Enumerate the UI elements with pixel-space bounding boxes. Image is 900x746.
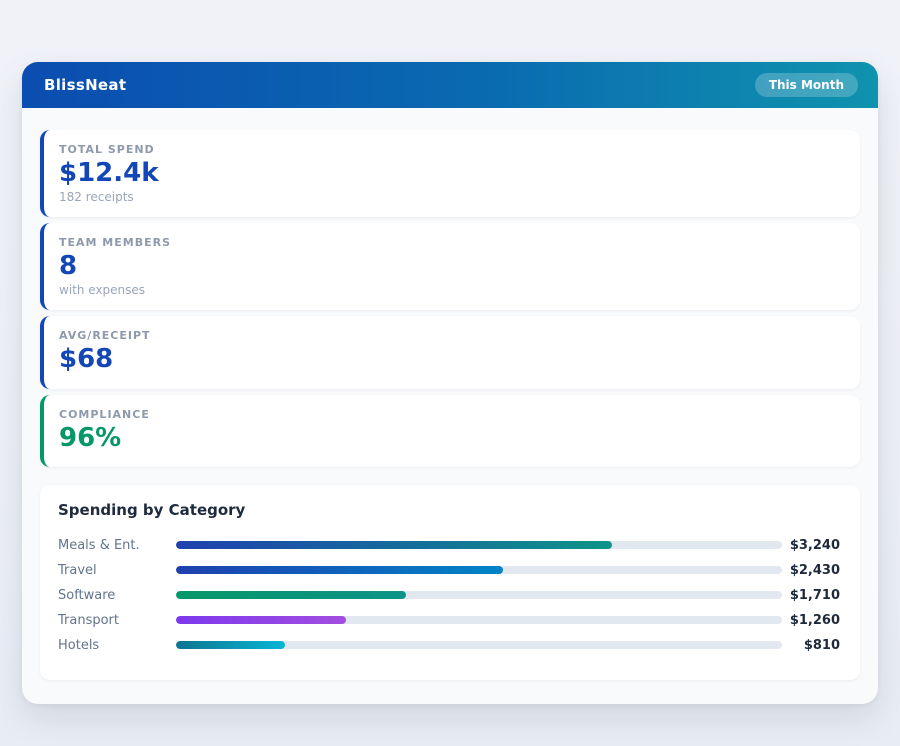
stats-section: TOTAL SPEND $12.4k 182 receipts TEAM MEM… [40,130,860,467]
stat-subtext: with expenses [59,283,842,297]
category-row-software: Software $1,710 [58,583,840,608]
category-row-transport: Transport $1,260 [58,608,840,633]
stat-label: TEAM MEMBERS [59,236,842,249]
category-bar-fill [176,641,285,649]
category-value: $2,430 [782,563,840,578]
category-row-meals: Meals & Ent. $3,240 [58,533,840,558]
category-bar-fill [176,616,346,624]
category-bar-track [176,566,782,574]
app-header: BlissNeat This Month [22,62,878,108]
category-row-travel: Travel $2,430 [58,558,840,583]
stat-value: 8 [59,251,842,282]
stat-card-avg-receipt: AVG/RECEIPT $68 [40,316,860,388]
spending-card-title: Spending by Category [58,501,840,519]
category-bar-track [176,641,782,649]
category-label: Travel [58,563,176,578]
stat-card-total-spend: TOTAL SPEND $12.4k 182 receipts [40,130,860,217]
stat-card-team-members: TEAM MEMBERS 8 with expenses [40,223,860,310]
category-row-hotels: Hotels $810 [58,633,840,658]
period-badge[interactable]: This Month [755,73,858,97]
category-label: Hotels [58,638,176,653]
category-value: $3,240 [782,538,840,553]
category-value: $1,710 [782,588,840,603]
stat-label: TOTAL SPEND [59,143,842,156]
stat-value: $68 [59,344,842,375]
category-bar-fill [176,541,612,549]
dashboard-content: TOTAL SPEND $12.4k 182 receipts TEAM MEM… [22,108,878,704]
stat-label: AVG/RECEIPT [59,329,842,342]
spending-by-category-card: Spending by Category Meals & Ent. $3,240… [40,485,860,680]
stat-subtext: 182 receipts [59,190,842,204]
category-bar-track [176,541,782,549]
category-label: Transport [58,613,176,628]
category-bar-track [176,591,782,599]
category-value: $1,260 [782,613,840,628]
app-card: BlissNeat This Month TOTAL SPEND $12.4k … [22,62,878,704]
stat-label: COMPLIANCE [59,408,842,421]
category-bar-fill [176,591,406,599]
category-bar-fill [176,566,503,574]
stat-value: $12.4k [59,158,842,189]
app-title: BlissNeat [44,76,126,94]
category-label: Software [58,588,176,603]
stat-card-compliance: COMPLIANCE 96% [40,395,860,467]
stat-value: 96% [59,423,842,454]
category-label: Meals & Ent. [58,538,176,553]
category-bar-track [176,616,782,624]
category-value: $810 [782,638,840,653]
